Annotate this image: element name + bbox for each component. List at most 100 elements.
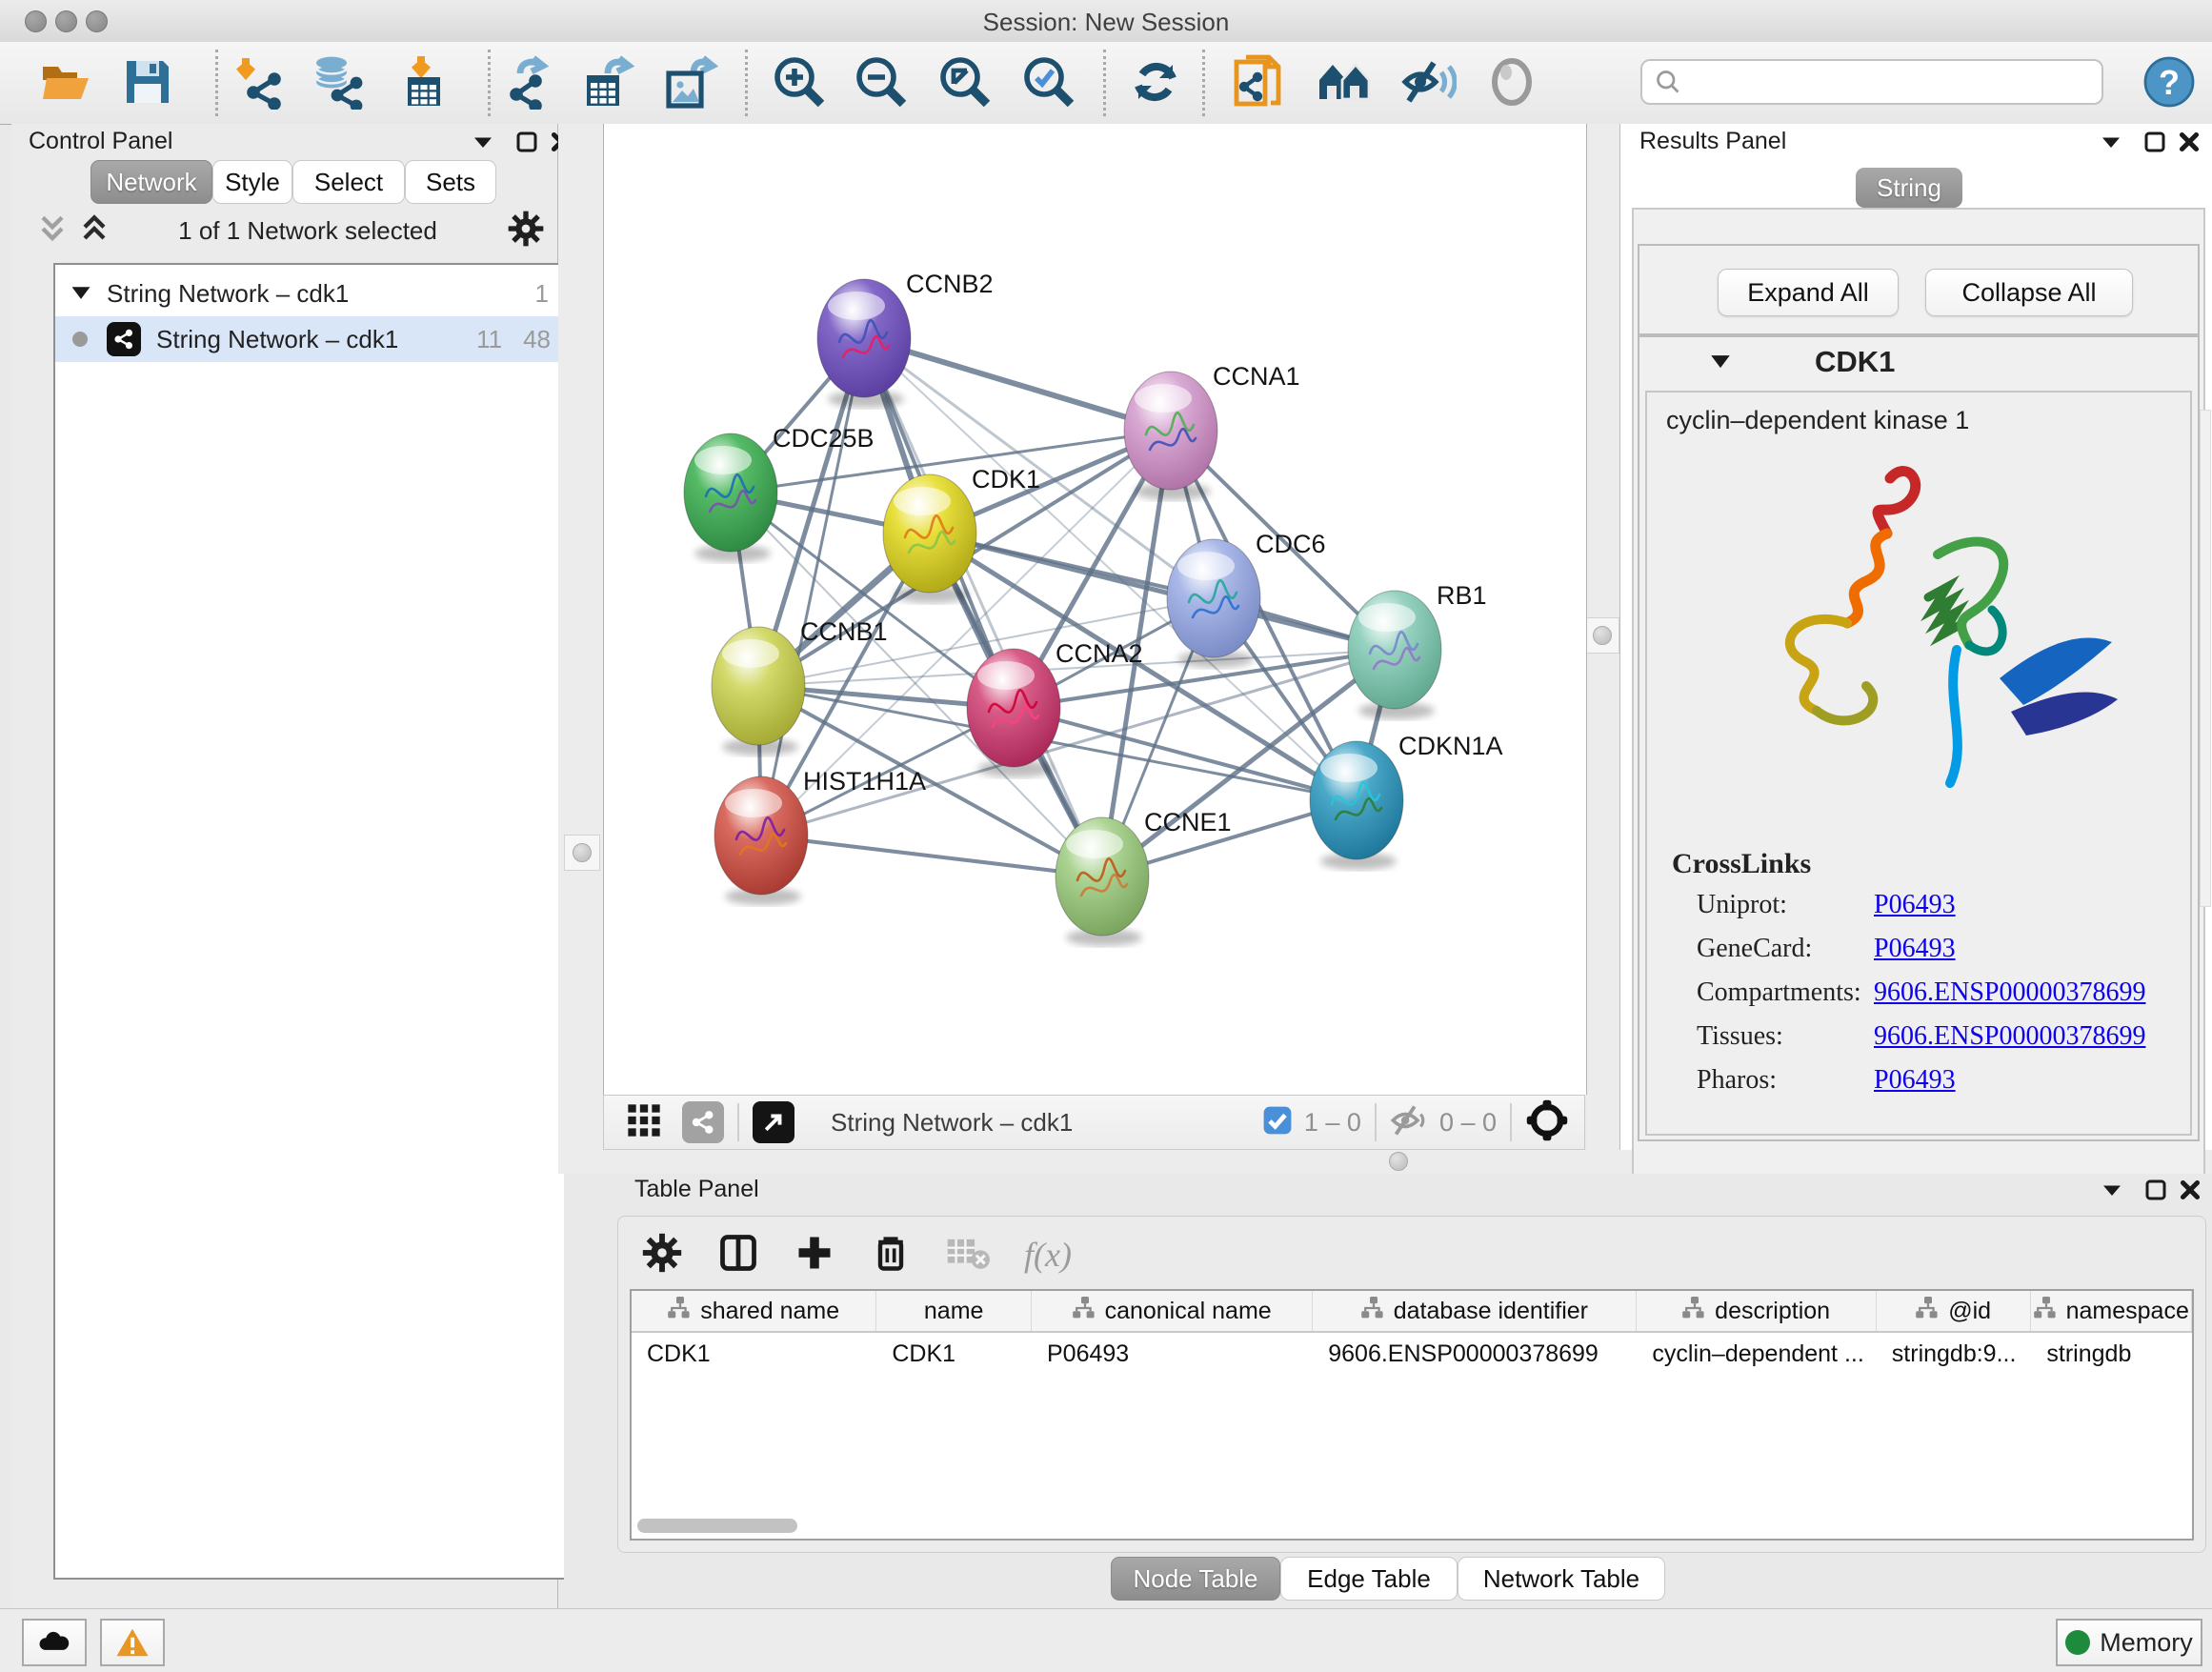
results-scrollbar[interactable] (2200, 410, 2211, 907)
hide-selection-button[interactable] (1397, 50, 1459, 113)
table-cell[interactable]: cyclin–dependent ... (1637, 1333, 1876, 1375)
zoom-selected-button[interactable] (1017, 50, 1080, 113)
node-CCNB1[interactable]: CCNB1 (712, 617, 888, 755)
hidden-eye-slash-icon[interactable] (1390, 1103, 1430, 1142)
copy-share-button[interactable] (1227, 50, 1290, 113)
tab-style[interactable]: Style (212, 160, 292, 204)
crosslink-link[interactable]: P06493 (1874, 1065, 1956, 1095)
open-session-button[interactable] (34, 50, 97, 113)
table-row[interactable]: CDK1CDK1P064939606.ENSP00000378699cyclin… (632, 1333, 2192, 1375)
refresh-button[interactable] (1124, 50, 1187, 113)
column-header-namespace[interactable]: namespace (2031, 1291, 2192, 1331)
table-cell[interactable]: stringdb (2031, 1333, 2192, 1375)
show-columns-icon[interactable] (717, 1232, 759, 1279)
edge-CCNB2-CCNA1[interactable] (864, 338, 1171, 431)
results-panel-close-icon[interactable] (2173, 126, 2205, 158)
edge-HIST1H1A-CCNE1[interactable] (761, 836, 1102, 876)
search-field[interactable] (1640, 59, 2103, 105)
right-splitter-handle[interactable] (1585, 617, 1619, 654)
horizontal-splitter-handle[interactable] (1389, 1152, 1408, 1176)
collapse-all-networks-icon[interactable] (38, 212, 67, 250)
string-view-icon[interactable] (682, 1101, 724, 1143)
delete-column-trash-icon[interactable] (870, 1232, 912, 1279)
left-splitter-handle[interactable] (564, 835, 600, 871)
open-in-browser-icon[interactable] (753, 1101, 794, 1143)
import-database-button[interactable] (307, 50, 370, 113)
import-network-button[interactable] (227, 50, 290, 113)
tab-network[interactable]: Network (90, 160, 212, 204)
string-home-button[interactable] (1313, 50, 1376, 113)
crosslink-link[interactable]: P06493 (1874, 890, 1956, 919)
gene-collapse-icon[interactable] (1708, 348, 1733, 377)
left-splitter[interactable] (558, 124, 603, 1150)
network-graph[interactable]: CCNB2CCNA1CDC25BCDK1CDC6RB1CCNB1CCNA2CDK… (604, 124, 1586, 1095)
expand-all-networks-icon[interactable] (80, 212, 109, 250)
node-CCNB2[interactable]: CCNB2 (817, 270, 994, 408)
save-session-button[interactable] (116, 50, 179, 113)
column-header-database-identifier[interactable]: database identifier (1313, 1291, 1637, 1331)
table-cell[interactable]: 9606.ENSP00000378699 (1313, 1333, 1637, 1375)
warning-button[interactable] (100, 1619, 165, 1666)
function-builder-icon[interactable]: f(x) (1024, 1235, 1072, 1275)
table-panel-maximize-icon[interactable] (2140, 1174, 2172, 1206)
node-CCNA1[interactable]: CCNA1 (1124, 362, 1300, 500)
column-header--id[interactable]: @id (1877, 1291, 2032, 1331)
export-network-button[interactable] (497, 50, 560, 113)
results-panel-maximize-icon[interactable] (2139, 126, 2171, 158)
edge-CCNB2-HIST1H1A[interactable] (761, 338, 864, 836)
import-table-button[interactable] (394, 50, 457, 113)
network-collection-row[interactable]: String Network – cdk1 1 (55, 271, 566, 316)
zoom-fit-button[interactable] (934, 50, 996, 113)
network-canvas[interactable]: CCNB2CCNA1CDC25BCDK1CDC6RB1CCNB1CCNA2CDK… (603, 124, 1587, 1095)
table-horizontal-scrollbar[interactable] (637, 1519, 797, 1533)
tab-network-table[interactable]: Network Table (1458, 1557, 1665, 1601)
control-panel-maximize-icon[interactable] (511, 126, 543, 158)
tab-edge-table[interactable]: Edge Table (1280, 1557, 1458, 1601)
node-CCNE1[interactable]: CCNE1 (1056, 808, 1232, 946)
cloud-button[interactable] (22, 1619, 87, 1666)
table-panel-close-icon[interactable] (2174, 1174, 2206, 1206)
table-cell[interactable]: CDK1 (876, 1333, 1032, 1375)
tab-sets[interactable]: Sets (405, 160, 496, 204)
memory-button[interactable]: Memory (2056, 1619, 2202, 1666)
table-settings-gear-icon[interactable] (641, 1232, 683, 1279)
crosslink-link[interactable]: P06493 (1874, 934, 1956, 963)
control-panel-float-icon[interactable] (467, 126, 499, 158)
zoom-in-button[interactable] (768, 50, 831, 113)
node-CCNA2[interactable]: CCNA2 (967, 639, 1143, 777)
search-input[interactable] (1682, 68, 2067, 96)
column-header-name[interactable]: name (876, 1291, 1032, 1331)
zoom-out-button[interactable] (850, 50, 913, 113)
export-table-button[interactable] (577, 50, 640, 113)
collapse-all-button[interactable]: Collapse All (1925, 269, 2133, 316)
selected-checkbox-icon[interactable] (1262, 1105, 1293, 1140)
network-options-gear-icon[interactable] (507, 210, 545, 252)
results-panel-float-icon[interactable] (2095, 126, 2127, 158)
node-RB1[interactable]: RB1 (1348, 581, 1487, 719)
node-HIST1H1A[interactable]: HIST1H1A (714, 767, 926, 905)
network-row-selected[interactable]: String Network – cdk1 11 48 (55, 316, 566, 362)
column-header-shared-name[interactable]: shared name (632, 1291, 876, 1331)
node-table[interactable]: shared namenamecanonical namedatabase id… (630, 1289, 2194, 1541)
table-cell[interactable]: P06493 (1032, 1333, 1313, 1375)
collection-expand-icon[interactable] (70, 279, 91, 309)
table-panel-float-icon[interactable] (2096, 1174, 2128, 1206)
birdseye-grid-icon[interactable] (625, 1101, 663, 1144)
tab-select[interactable]: Select (292, 160, 405, 204)
show-eye-button[interactable] (1480, 50, 1543, 113)
delete-table-icon[interactable] (946, 1234, 990, 1277)
export-image-button[interactable] (659, 50, 722, 113)
help-button[interactable]: ? (2138, 50, 2201, 113)
node-CDKN1A[interactable]: CDKN1A (1310, 732, 1503, 870)
crosslink-link[interactable]: 9606.ENSP00000378699 (1874, 977, 2145, 1007)
column-header-canonical-name[interactable]: canonical name (1032, 1291, 1313, 1331)
crosslink-link[interactable]: 9606.ENSP00000378699 (1874, 1021, 2145, 1051)
fit-content-crosshair-icon[interactable] (1525, 1098, 1569, 1147)
add-column-icon[interactable] (794, 1232, 835, 1279)
column-header-description[interactable]: description (1637, 1291, 1876, 1331)
tab-node-table[interactable]: Node Table (1111, 1557, 1280, 1601)
gene-section-header[interactable]: CDK1 (1639, 337, 2198, 387)
table-cell[interactable]: stringdb:9... (1877, 1333, 2032, 1375)
expand-all-button[interactable]: Expand All (1718, 269, 1899, 316)
tab-string[interactable]: String (1856, 168, 1962, 208)
